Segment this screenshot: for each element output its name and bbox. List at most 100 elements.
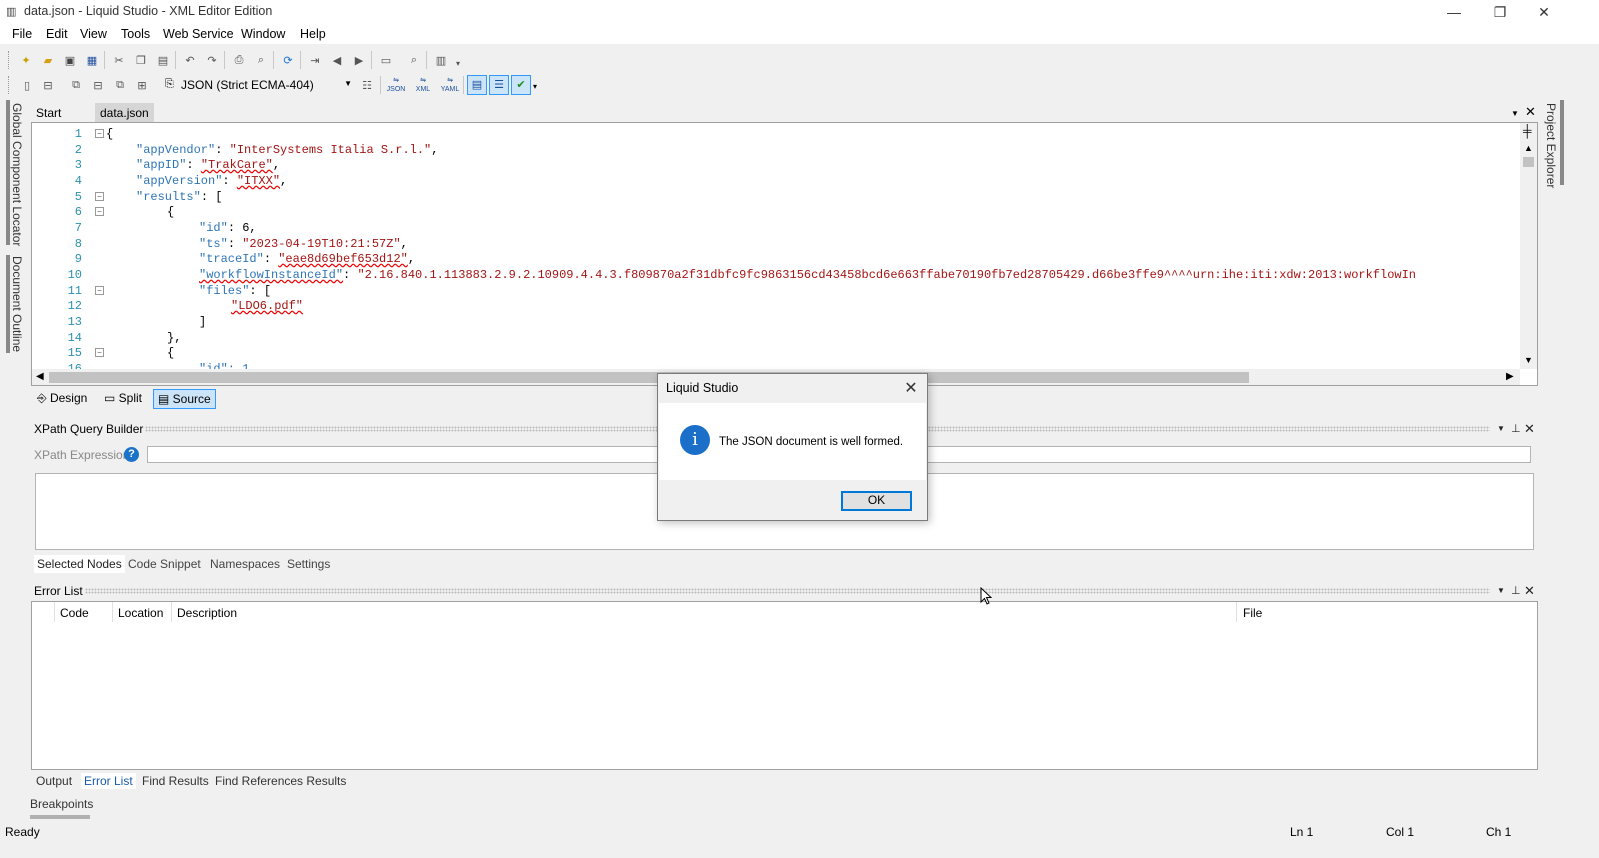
vertical-scroll-thumb[interactable] — [1523, 157, 1534, 167]
properties-icon[interactable]: ☷ — [359, 77, 375, 93]
code-line-2: "appVendor": "InterSystems Italia S.r.l.… — [136, 143, 439, 157]
auto-validate-icon[interactable]: ✔ — [511, 75, 531, 95]
xpath-panel-title: XPath Query Builder — [34, 422, 144, 436]
code-line-4: "appVersion": "ITXX", — [136, 174, 288, 188]
fold-toggle-icon[interactable]: − — [95, 348, 104, 357]
tab-find-results[interactable]: Find Results — [139, 773, 212, 789]
refresh-icon[interactable]: ⟳ — [280, 52, 296, 68]
copy-icon[interactable]: ❐ — [133, 52, 149, 68]
print-icon[interactable]: ⎙ — [231, 52, 247, 68]
tree-icon[interactable]: ⊟ — [40, 77, 56, 93]
menu-window[interactable]: Window — [241, 27, 285, 41]
column-header-location[interactable]: Location — [118, 606, 163, 620]
ok-button[interactable]: OK — [841, 491, 912, 511]
mouse-cursor-icon — [980, 587, 992, 605]
convert-xml-icon[interactable]: ⇋ XML — [413, 76, 433, 94]
design-mode-button[interactable]: ⎆ Design — [33, 389, 91, 409]
find-icon[interactable]: ⌕ — [406, 52, 422, 68]
breakpoints-tab[interactable]: Breakpoints — [30, 797, 93, 811]
close-document-icon[interactable]: ✕ — [1525, 104, 1536, 120]
scroll-up-icon[interactable]: ▲ — [1524, 143, 1533, 153]
code-editor[interactable]: 1 2 3 4 5 6 7 8 9 10 11 12 13 14 15 16 −… — [31, 122, 1538, 386]
minimize-button[interactable]: — — [1431, 0, 1477, 24]
validate-icon[interactable]: ☰ — [489, 75, 509, 95]
well-formed-check-icon[interactable]: ▤ — [467, 75, 487, 95]
scroll-right-icon[interactable]: ▶ — [1506, 371, 1514, 382]
toolbar-grip-2[interactable] — [8, 76, 11, 94]
pin-icon[interactable]: ⊥ — [1511, 584, 1521, 597]
editor-vertical-scrollbar[interactable]: ╪ ▲ ▼ — [1520, 123, 1537, 369]
source-mode-button[interactable]: ▤ Source — [153, 389, 216, 409]
scroll-left-icon[interactable]: ◀ — [36, 371, 44, 382]
goto-icon[interactable]: ⇥ — [307, 52, 323, 68]
close-panel-icon[interactable]: ✕ — [1524, 583, 1535, 599]
navigate-forward-icon[interactable]: ▶ — [351, 52, 367, 68]
print-preview-icon[interactable]: ⌕ — [253, 52, 269, 68]
split-mode-button[interactable]: ▭ Split — [100, 389, 146, 409]
horizontal-scroll-thumb[interactable] — [49, 372, 1249, 383]
menu-file[interactable]: File — [12, 27, 32, 41]
toolbar-overflow-icon[interactable]: ▾ — [450, 55, 466, 71]
menu-view[interactable]: View — [80, 27, 107, 41]
breakpoints-tab-indicator — [30, 815, 90, 819]
maximize-button[interactable]: ❐ — [1477, 0, 1523, 24]
menu-tools[interactable]: Tools — [121, 27, 150, 41]
new-file-icon[interactable]: ✦ — [18, 52, 34, 68]
tab-code-snippet[interactable]: Code Snippet — [125, 555, 204, 573]
column-header-file[interactable]: File — [1243, 606, 1262, 620]
expand-all-icon[interactable]: ⧉ — [112, 77, 128, 93]
tab-namespaces[interactable]: Namespaces — [207, 555, 283, 573]
toolbar-grip[interactable] — [8, 51, 11, 69]
convert-yaml-icon[interactable]: ⇋ YAML — [440, 76, 460, 94]
fold-toggle-icon[interactable]: − — [95, 207, 104, 216]
toolbar-overflow-icon-2[interactable]: ▾ — [533, 82, 537, 91]
design-icon: ⎆ — [37, 391, 50, 405]
tab-selected-nodes[interactable]: Selected Nodes — [34, 555, 125, 573]
scroll-down-icon[interactable]: ▼ — [1524, 355, 1533, 365]
collapse-all-icon[interactable]: ⧉ — [68, 77, 84, 93]
column-header-code[interactable]: Code — [60, 606, 89, 620]
fold-toggle-icon[interactable]: − — [95, 129, 104, 138]
navigate-back-icon[interactable]: ◀ — [329, 52, 345, 68]
paste-icon[interactable]: ▤ — [155, 52, 171, 68]
open-folder-icon[interactable]: ▰ — [40, 52, 56, 68]
save-all-icon[interactable]: ▦ — [84, 52, 100, 68]
error-list-table[interactable]: Code Location Description File — [31, 601, 1538, 770]
tab-list-dropdown-icon[interactable]: ▼ — [1511, 109, 1519, 118]
panel-menu-icon[interactable]: ▼ — [1497, 586, 1505, 595]
redo-icon[interactable]: ↷ — [204, 52, 220, 68]
tab-start-page[interactable]: Start Page — [31, 103, 69, 134]
close-panel-icon[interactable]: ✕ — [1524, 421, 1535, 437]
menu-web-service[interactable]: Web Service — [163, 27, 234, 41]
fold-toggle-icon[interactable]: − — [95, 286, 104, 295]
tab-settings[interactable]: Settings — [284, 555, 333, 573]
layout-icon[interactable]: ▥ — [433, 52, 449, 68]
pin-icon[interactable]: ⊥ — [1511, 422, 1521, 435]
help-icon[interactable]: ? — [124, 447, 139, 462]
collapse-icon[interactable]: ⊟ — [90, 77, 106, 93]
global-component-locator-tab[interactable]: Global Component Locator — [10, 103, 24, 246]
tab-error-list[interactable]: Error List — [81, 773, 136, 789]
tab-data-json[interactable]: data.json — [95, 103, 154, 123]
tab-find-references-results[interactable]: Find References Results — [212, 773, 349, 789]
project-explorer-tab[interactable]: Project Explorer — [1544, 103, 1558, 188]
expand-icon[interactable]: ⊞ — [134, 77, 150, 93]
menu-help[interactable]: Help — [300, 27, 326, 41]
document-outline-tab[interactable]: Document Outline — [10, 256, 24, 352]
line-number: 5 — [74, 190, 82, 204]
document-icon[interactable]: ▯ — [19, 77, 35, 93]
dialog-close-icon[interactable]: ✕ — [901, 378, 921, 398]
fold-toggle-icon[interactable]: − — [95, 192, 104, 201]
convert-json-icon[interactable]: ⇋ JSON — [386, 76, 406, 94]
column-header-description[interactable]: Description — [177, 606, 237, 620]
json-mode-dropdown[interactable]: ⎘ JSON (Strict ECMA-404) ▼ — [163, 75, 356, 94]
close-window-button[interactable]: ✕ — [1521, 0, 1567, 24]
split-editor-icon[interactable]: ╪ — [1523, 124, 1532, 138]
undo-icon[interactable]: ↶ — [182, 52, 198, 68]
tab-output[interactable]: Output — [33, 773, 75, 789]
save-icon[interactable]: ▣ — [62, 52, 78, 68]
cut-icon[interactable]: ✂ — [111, 52, 127, 68]
browser-icon[interactable]: ▭ — [378, 52, 394, 68]
menu-edit[interactable]: Edit — [46, 27, 68, 41]
panel-menu-icon[interactable]: ▼ — [1497, 424, 1505, 433]
